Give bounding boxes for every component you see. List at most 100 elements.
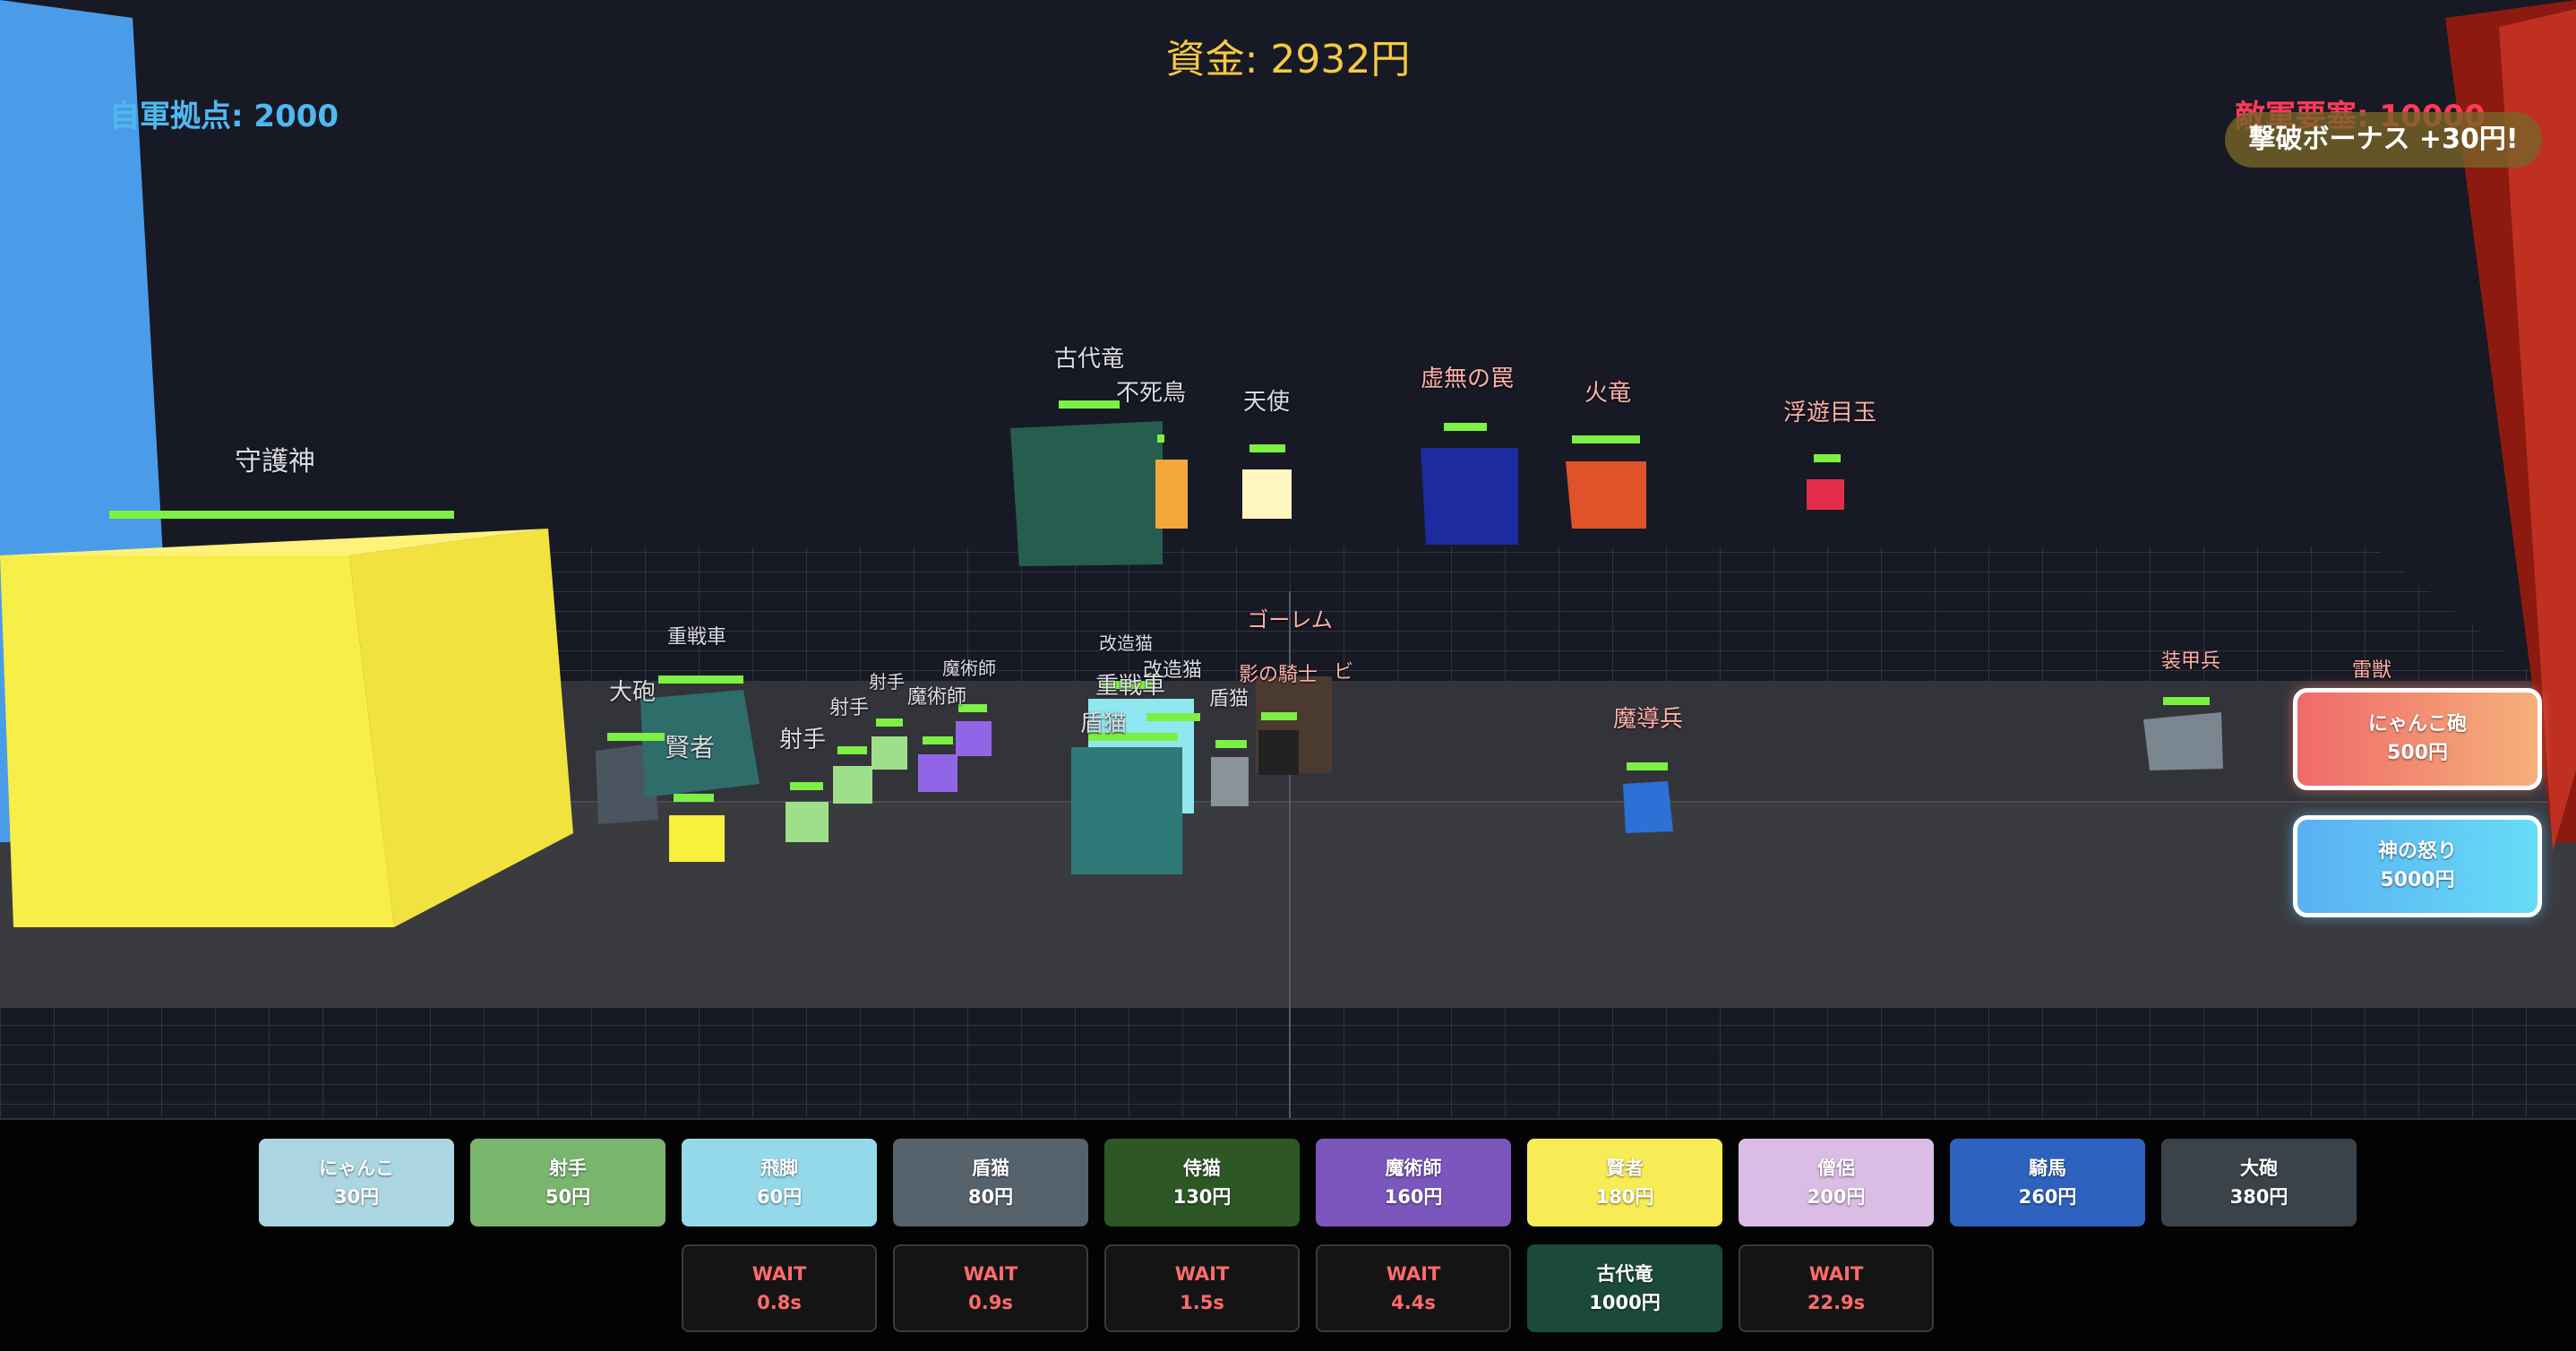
archer-unit [872, 736, 907, 770]
cooldown-label: WAIT [963, 1263, 1018, 1285]
unit-price: 260円 [2018, 1186, 2077, 1208]
funds-display: 資金: 2932円 [1165, 37, 1411, 82]
spawn-button[interactable]: 侍猫 130円 [1104, 1139, 1300, 1226]
heavy-tank-unit [1071, 747, 1182, 874]
unit-name: 僧侶 [1817, 1157, 1855, 1179]
spawn-button[interactable]: 大砲 380円 [2161, 1139, 2357, 1226]
unit-label: 雷獣 [2351, 659, 2392, 682]
guardian-hp-bar [109, 511, 454, 519]
hp-bar [1444, 423, 1487, 431]
mage-soldier-unit [1623, 781, 1673, 833]
hp-bar [2163, 697, 2210, 705]
cooldown-time: 0.8s [757, 1292, 802, 1313]
hp-bar [658, 676, 743, 684]
unit-label: 重戦車 [1095, 673, 1166, 700]
spawn-button[interactable]: 魔術師 160円 [1316, 1139, 1511, 1226]
spawn-button[interactable]: 賢者 180円 [1527, 1139, 1722, 1226]
unit-label: 影の騎士 [1238, 664, 1318, 686]
hp-bar [607, 733, 665, 741]
cooldown-label: WAIT [1174, 1263, 1230, 1285]
unit-name: 射手 [549, 1157, 587, 1179]
unit-label: ビ [1333, 661, 1354, 684]
hp-bar [923, 736, 953, 744]
spawn-button[interactable]: 古代竜 1000円 [1527, 1244, 1722, 1332]
unit-price: 180円 [1595, 1186, 1654, 1208]
unit-price: 30円 [333, 1186, 380, 1208]
shield-cat-unit [1211, 757, 1249, 806]
unit-label: 大砲 [608, 679, 657, 706]
unit-name: 盾猫 [972, 1157, 1009, 1179]
cooldown-slot[interactable]: WAIT 0.9s [893, 1244, 1088, 1332]
unit-label: 魔術師 [906, 686, 967, 709]
unit-label: 盾猫 [1079, 710, 1128, 737]
unit-name: 古代竜 [1596, 1263, 1653, 1285]
hp-bar [1059, 400, 1120, 409]
unit-label: 虚無の罠 [1420, 366, 1515, 392]
special-price: 5000円 [2380, 869, 2455, 891]
unit-label: 魔導兵 [1612, 706, 1684, 733]
hp-bar [1146, 713, 1200, 721]
unit-label: 賢者 [664, 733, 716, 762]
unit-price: 60円 [756, 1186, 803, 1208]
unit-label: 射手 [869, 671, 905, 693]
hp-bar [674, 794, 714, 802]
hp-bar [790, 782, 823, 790]
unit-price: 50円 [545, 1186, 591, 1208]
unit-label: 不死鳥 [1115, 380, 1187, 407]
unit-price: 160円 [1384, 1186, 1443, 1208]
cooldown-slot[interactable]: WAIT 4.4s [1316, 1244, 1511, 1332]
unit-name: 侍猫 [1183, 1157, 1221, 1179]
spawn-button[interactable]: 僧侶 200円 [1739, 1139, 1934, 1226]
unit-label: 射手 [829, 697, 870, 719]
hp-bar [1261, 712, 1297, 720]
sage-unit [669, 815, 725, 862]
unit-label: ゴーレム [1247, 607, 1333, 632]
archer-unit [833, 766, 872, 804]
unit-price: 200円 [1807, 1186, 1866, 1208]
hp-bar [1814, 454, 1841, 462]
unit-label: 改造猫 [1099, 632, 1153, 654]
special-price: 500円 [2387, 742, 2448, 764]
unit-name: 大砲 [2240, 1157, 2278, 1179]
void-trap-unit [1421, 448, 1518, 545]
cooldown-time: 22.9s [1807, 1292, 1866, 1313]
cooldown-label: WAIT [1386, 1263, 1441, 1285]
unit-name: にゃんこ [319, 1157, 394, 1179]
angel-unit [1242, 469, 1292, 519]
unit-label: 天使 [1242, 389, 1291, 416]
unit-name: 飛脚 [760, 1157, 798, 1179]
spawn-button[interactable]: にゃんこ 30円 [259, 1139, 454, 1226]
spawn-button[interactable]: 盾猫 80円 [893, 1139, 1088, 1226]
spawn-button[interactable]: 騎馬 260円 [1950, 1139, 2145, 1226]
cooldown-slot[interactable]: WAIT 22.9s [1739, 1244, 1934, 1332]
cooldown-time: 0.9s [968, 1292, 1013, 1313]
hp-bar [837, 746, 867, 754]
hp-bar [876, 719, 903, 727]
unit-name: 騎馬 [2029, 1157, 2066, 1179]
hp-bar [1249, 444, 1285, 452]
ancient-dragon-unit [1010, 421, 1163, 566]
unit-label: 射手 [778, 727, 827, 753]
unit-label: 火竜 [1584, 380, 1632, 407]
unit-label: 装甲兵 [2160, 650, 2221, 673]
shadow-knight-unit [1258, 730, 1299, 775]
kill-bonus-popup: 撃破ボーナス +30円! [2225, 112, 2542, 168]
cooldown-label: WAIT [1808, 1263, 1864, 1285]
spawn-button[interactable]: 射手 50円 [470, 1139, 665, 1226]
cooldown-time: 1.5s [1180, 1292, 1224, 1313]
cooldown-time: 4.4s [1391, 1292, 1436, 1313]
battlefield-scene [0, 0, 2576, 1118]
wizard-unit [918, 754, 957, 792]
special-name: にゃんこ砲 [2367, 713, 2467, 736]
nyanko-cannon-button[interactable]: にゃんこ砲 500円 [2293, 688, 2542, 790]
unit-label: 盾猫 [1208, 688, 1249, 710]
unit-label: 重戦車 [666, 626, 727, 649]
divine-wrath-button[interactable]: 神の怒り 5000円 [2293, 815, 2542, 917]
cooldown-slot[interactable]: WAIT 0.8s [682, 1244, 877, 1332]
unit-price: 380円 [2229, 1186, 2288, 1208]
cooldown-slot[interactable]: WAIT 1.5s [1104, 1244, 1300, 1332]
spawn-button[interactable]: 飛脚 60円 [682, 1139, 877, 1226]
cooldown-label: WAIT [751, 1263, 807, 1285]
hp-bar [1572, 435, 1640, 443]
unit-label: 魔術師 [942, 658, 996, 679]
